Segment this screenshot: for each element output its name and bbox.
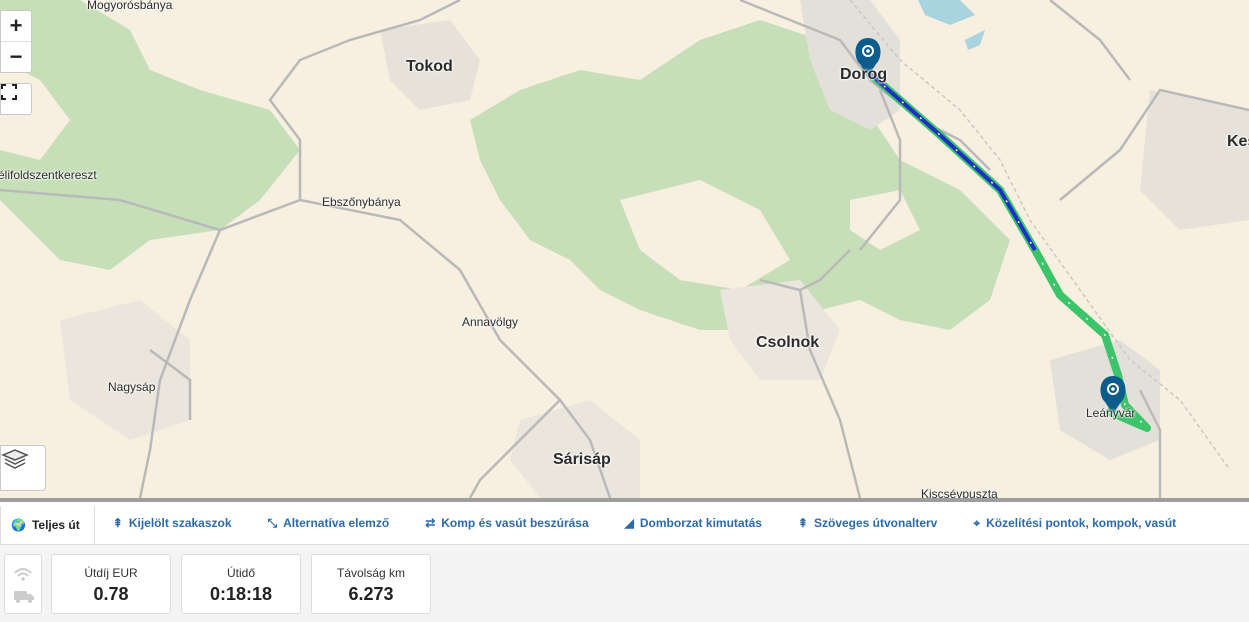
place-label: Sárisáp	[553, 451, 611, 468]
lake	[918, 0, 975, 25]
tab-label: Komp és vasút beszúrása	[441, 516, 589, 530]
tab-szoveges-utvonalterv[interactable]: ⇞ Szöveges útvonalterv	[780, 502, 955, 544]
tab-kozelitesi-pontok[interactable]: ⌖ Közelítési pontok, kompok, vasút	[955, 502, 1194, 544]
tab-domborzat[interactable]: ◢ Domborzat kimutatás	[607, 502, 780, 544]
stat-toll: Útdíj EUR 0.78	[51, 554, 171, 614]
route-tabs: 🌍 Teljes út ⇞ Kijelölt szakaszok ⤡ Alter…	[0, 502, 1249, 545]
place-label: élifoldszentkereszt	[0, 168, 97, 182]
tab-teljes-ut[interactable]: 🌍 Teljes út	[0, 506, 95, 544]
stat-label: Útdíj EUR	[84, 566, 138, 580]
tab-alternativa-elemzo[interactable]: ⤡ Alternatíva elemző	[250, 502, 408, 544]
place-label: Dorog	[840, 66, 888, 83]
tab-kijelolt-szakaszok[interactable]: ⇞ Kijelölt szakaszok	[95, 502, 250, 544]
place-label: Ebszőnybánya	[322, 195, 401, 209]
globe-icon: 🌍	[11, 518, 26, 532]
place-label: Tokod	[406, 58, 453, 75]
signpost-icon: ⇞	[797, 516, 808, 530]
place-label: Kes	[1227, 133, 1249, 150]
stat-distance: Távolság km 6.273	[311, 554, 431, 614]
truck-icon	[14, 591, 34, 603]
place-label: Nagysáp	[108, 380, 156, 394]
tab-label: Szöveges útvonalterv	[813, 516, 938, 530]
layers-button[interactable]	[0, 445, 46, 491]
stat-travel-time: Útidő 0:18:18	[181, 554, 301, 614]
swap-icon: ⇄	[425, 516, 436, 530]
zoom-control: + −	[0, 10, 32, 73]
tab-label: Közelítési pontok, kompok, vasút	[986, 516, 1177, 530]
fullscreen-icon	[1, 84, 17, 100]
stat-label: Távolság km	[336, 566, 406, 580]
zoom-out-button[interactable]: −	[1, 41, 31, 72]
tab-label: Kijelölt szakaszok	[128, 516, 232, 530]
compress-icon: ⤡	[267, 515, 278, 530]
tab-komp-es-vasut[interactable]: ⇄ Komp és vasút beszúrása	[407, 502, 606, 544]
zoom-in-button[interactable]: +	[1, 11, 31, 41]
layers-icon	[1, 449, 29, 469]
lake	[965, 30, 985, 50]
urban-area	[510, 400, 640, 498]
map-view[interactable]: Mogyorósbánya Tokod Dorog Kes élifoldsze…	[0, 0, 1249, 498]
place-label: Kiscsévpuszta	[921, 487, 998, 498]
fullscreen-button[interactable]	[0, 83, 32, 115]
stat-value: 6.273	[348, 584, 394, 604]
area-chart-icon: ◢	[624, 516, 634, 530]
wifi-dot	[21, 577, 25, 581]
tab-label: Teljes út	[31, 518, 80, 532]
route-summary: Útdíj EUR 0.78 Útidő 0:18:18 Távolság km…	[0, 545, 1249, 622]
place-label: Csolnok	[756, 334, 820, 351]
stat-label: Útidő	[226, 566, 255, 580]
stat-value: 0.78	[93, 584, 129, 604]
wifi-icon	[14, 568, 32, 577]
place-label: Leányvár	[1086, 406, 1136, 420]
crosshair-icon: ⌖	[973, 515, 981, 530]
signpost-icon: ⇞	[112, 516, 123, 530]
signal-truck-icons	[14, 568, 34, 603]
place-label: Annavölgy	[462, 315, 519, 329]
urban-area	[60, 300, 190, 440]
vehicle-panel	[4, 554, 42, 614]
tab-label: Alternatíva elemző	[283, 516, 390, 530]
stat-value: 0:18:18	[209, 584, 273, 604]
map-canvas	[0, 0, 1249, 498]
urban-area	[1140, 90, 1249, 230]
place-label: Mogyorósbánya	[87, 0, 173, 12]
tab-label: Domborzat kimutatás	[639, 516, 762, 530]
